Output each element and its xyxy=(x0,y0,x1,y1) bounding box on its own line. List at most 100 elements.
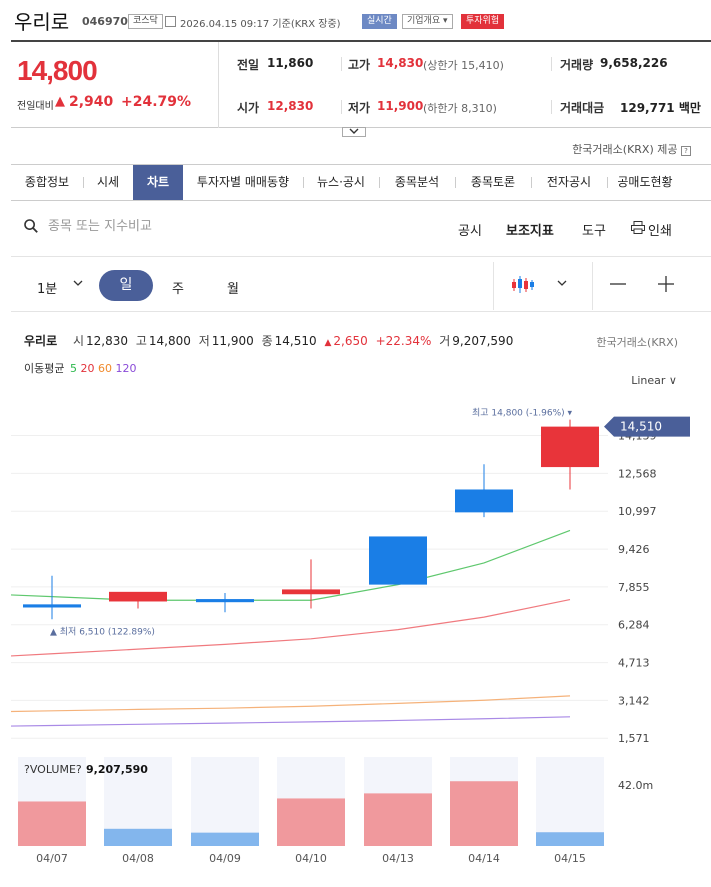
x-tick-label: 04/14 xyxy=(468,852,500,865)
ohlc-low: 11,900 xyxy=(211,334,254,348)
ohlc-low-label: 저 xyxy=(198,334,210,348)
candle-body xyxy=(541,426,599,468)
ma-label: 이동평균 xyxy=(24,362,65,375)
price-chart[interactable]: 1,571 3,142 4,713 6,284 7,855 9,426 10,997 12,5… xyxy=(0,395,711,870)
y-tick-label: 10,997 xyxy=(618,505,657,518)
ohlc-volume: 9,207,590 xyxy=(452,334,514,348)
prev-close-value: 11,860 xyxy=(267,56,314,70)
period-month[interactable]: 월 xyxy=(227,278,239,297)
ohlc-close-label: 종 xyxy=(261,334,273,348)
indicator-button[interactable]: 보조지표 xyxy=(506,220,554,239)
zoom-out-icon[interactable] xyxy=(609,278,627,290)
ohlc-change: 2,650 xyxy=(333,334,368,348)
tab-disclosure[interactable]: 전자공시 xyxy=(531,165,607,200)
volume-bar xyxy=(18,801,86,846)
tab-short-selling[interactable]: 공매도현황 xyxy=(607,165,683,200)
chevron-down-icon[interactable] xyxy=(73,278,83,288)
x-tick-label: 04/08 xyxy=(122,852,154,865)
quote-datetime: 2026.04.15 09:17 기준(KRX 장중) xyxy=(180,19,341,30)
ohlc-open: 12,830 xyxy=(86,334,128,348)
volume-label: 거래량 xyxy=(560,58,594,72)
y-tick-label: 9,426 xyxy=(618,543,650,556)
ohlc-open-label: 시 xyxy=(72,334,84,348)
high-label: 고가 xyxy=(348,58,371,72)
tab-analysis[interactable]: 종목분석 xyxy=(379,165,455,200)
price-summary: 14,800 전일대비 ▲ 2,940 +24.79% 전일 11,860 고가… xyxy=(11,40,711,128)
tab-news[interactable]: 뉴스·공시 xyxy=(303,165,379,200)
ma120-line xyxy=(10,716,571,727)
ohlc-high-label: 고 xyxy=(135,334,147,348)
chart-stock-name: 우리로 xyxy=(24,334,58,348)
company-profile-dropdown[interactable]: 기업개요 ▾ xyxy=(402,14,453,29)
y-tick-label: 7,855 xyxy=(618,581,650,594)
current-price-panel: 14,800 전일대비 ▲ 2,940 +24.79% xyxy=(11,42,219,128)
tab-discussion[interactable]: 종목토론 xyxy=(455,165,531,200)
x-tick-label: 04/15 xyxy=(554,852,586,865)
candle-body xyxy=(23,604,81,608)
current-price: 14,800 xyxy=(17,55,98,86)
risk-badge: 투자위험 xyxy=(461,14,505,29)
amount-value: 129,771 백만 xyxy=(620,101,701,115)
volume-axis-label: 42.0m xyxy=(618,779,653,792)
data-provider: 한국거래소(KRX) 제공 ? xyxy=(572,141,691,157)
volume-bar xyxy=(104,828,172,846)
tab-quotes[interactable]: 시세 xyxy=(83,165,133,200)
ohlc-info: 우리로 시 12,830 고 14,800 저 11,900 종 14,510 ▲ 2,6… xyxy=(24,332,515,349)
compare-search-input[interactable] xyxy=(48,219,348,234)
volume-bar xyxy=(277,798,345,846)
chevron-down-icon[interactable] xyxy=(342,127,366,137)
search-icon xyxy=(24,219,38,233)
moving-average-legend[interactable]: 이동평균 5 20 60 120 xyxy=(24,360,136,376)
min-price-label: ▲ 최저 6,510 (122.89%) xyxy=(50,626,155,637)
ma60-line xyxy=(10,695,571,713)
lower-limit: (하한가 8,310) xyxy=(423,102,497,115)
change-label: 전일대비 xyxy=(17,101,54,112)
upper-limit: (상한가 15,410) xyxy=(423,59,504,72)
tab-investor-trend[interactable]: 투자자별 매매동향 xyxy=(183,165,303,200)
scale-selector[interactable]: Linear ∨ xyxy=(631,374,677,387)
disclosure-button[interactable]: 공시 xyxy=(458,220,482,239)
ohlc-change-pct: +22.34% xyxy=(375,334,432,348)
x-tick-label: 04/07 xyxy=(36,852,68,865)
period-minute[interactable]: 1분 xyxy=(37,278,57,297)
ma-120: 120 xyxy=(115,362,137,375)
low-label: 저가 xyxy=(348,101,371,115)
zoom-in-icon[interactable] xyxy=(657,275,675,293)
chart-exchange: 한국거래소(KRX) xyxy=(596,336,678,349)
y-tick-label: 3,142 xyxy=(618,694,650,707)
candle-body xyxy=(109,591,167,602)
tab-chart[interactable]: 차트 xyxy=(133,165,183,200)
volume-bar xyxy=(450,781,518,846)
max-price-label: 최고 14,800 (-1.96%) ▾ xyxy=(472,408,572,419)
y-tick-label: 1,571 xyxy=(618,732,650,745)
y-tick-label: 6,284 xyxy=(618,619,650,632)
open-label: 시가 xyxy=(237,101,260,115)
tool-button[interactable]: 도구 xyxy=(582,220,606,239)
tab-bar: 종합정보 시세 차트 투자자별 매매동향 뉴스·공시 종목분석 종목토론 전자공… xyxy=(11,164,711,201)
period-day[interactable]: 일 xyxy=(99,270,153,301)
x-tick-label: 04/09 xyxy=(209,852,241,865)
low-value: 11,900 xyxy=(377,99,424,113)
candle-body xyxy=(369,536,427,585)
volume-bar xyxy=(536,832,604,846)
ma-20: 20 xyxy=(80,362,95,375)
realtime-button[interactable]: 실시간 xyxy=(362,14,397,29)
tab-overview[interactable]: 종합정보 xyxy=(11,165,83,200)
period-week[interactable]: 주 xyxy=(172,278,184,297)
volume-bar xyxy=(364,793,432,846)
market-badge: 코스닥 xyxy=(128,14,163,29)
volume-label: ?VOLUME? xyxy=(24,763,82,776)
printer-icon[interactable] xyxy=(631,221,645,234)
print-button[interactable]: 인쇄 xyxy=(648,220,672,239)
chart-type-selector[interactable] xyxy=(493,262,593,310)
help-icon[interactable]: ? xyxy=(681,146,691,156)
y-tick-label: 12,568 xyxy=(618,467,657,480)
volume-value: 9,207,590 xyxy=(86,763,148,776)
candlestick-icon xyxy=(512,276,534,293)
stock-code: 046970 xyxy=(82,15,128,28)
current-price-label: 14,510 xyxy=(620,420,662,434)
calendar-icon xyxy=(165,16,176,27)
ma-60: 60 xyxy=(97,362,112,375)
high-value: 14,830 xyxy=(377,56,424,70)
candle-body xyxy=(455,489,513,513)
